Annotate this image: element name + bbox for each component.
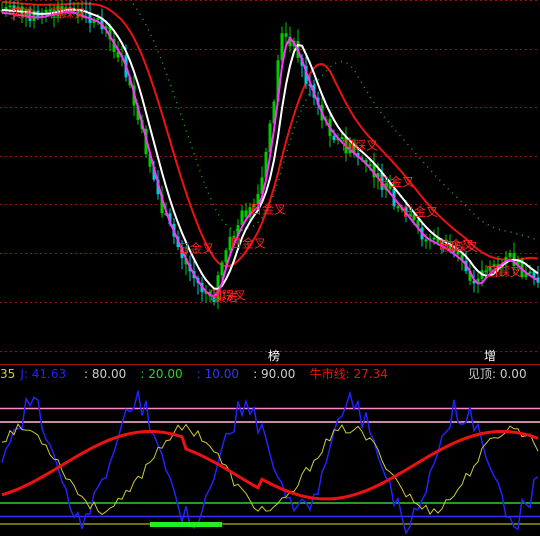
readout-value: J: 41.63 <box>19 367 66 381</box>
signal-label: 回踩叉 <box>486 265 522 279</box>
candle-body <box>44 10 48 13</box>
signal-label: 日金叉 <box>230 235 266 250</box>
candle-body <box>528 271 532 274</box>
readout-value: 见顶: 0.00 <box>468 367 527 381</box>
signal-label: 日金叉 <box>378 174 414 189</box>
stock-chart[interactable]: 买进 回踩叉日金叉 日金叉回踩叉买进日金叉日金叉日金叉回踩叉日金叉回踩叉回踩叉 榜增… <box>0 0 540 536</box>
readout-value: : 20.00 <box>140 367 182 381</box>
top-marker-label: 增 <box>484 349 496 363</box>
readout-value: : 80.00 <box>84 367 126 381</box>
candle-body <box>220 262 224 276</box>
signal-label: 回踩叉 <box>342 138 378 152</box>
signal-label: 回踩叉 <box>442 240 478 254</box>
top-marker-label: 榜 <box>268 348 280 363</box>
bottom-signal-bar <box>150 522 222 527</box>
readout-value: 35 <box>0 367 15 381</box>
candle-body <box>396 206 400 209</box>
signal-label: 买进 <box>214 290 238 304</box>
candle-body <box>332 135 336 141</box>
candle-body <box>432 237 436 240</box>
readout-value: 牛市线: 27.34 <box>310 366 388 381</box>
signal-label: 日金叉 <box>402 204 438 219</box>
signal-label: 回踩叉 <box>50 7 86 21</box>
readout-value: : 10.00 <box>197 367 239 381</box>
candle-body <box>224 250 228 263</box>
candle-body <box>284 33 288 37</box>
candle-body <box>424 239 428 242</box>
signal-label: 买进 <box>10 6 34 20</box>
signal-label: 日金叉 <box>250 202 286 217</box>
candle-body <box>244 210 248 217</box>
candle-body <box>96 18 100 21</box>
candle-body <box>508 253 512 257</box>
readout-value: : 90.00 <box>253 367 295 381</box>
signal-label: 日金叉 <box>178 241 214 256</box>
